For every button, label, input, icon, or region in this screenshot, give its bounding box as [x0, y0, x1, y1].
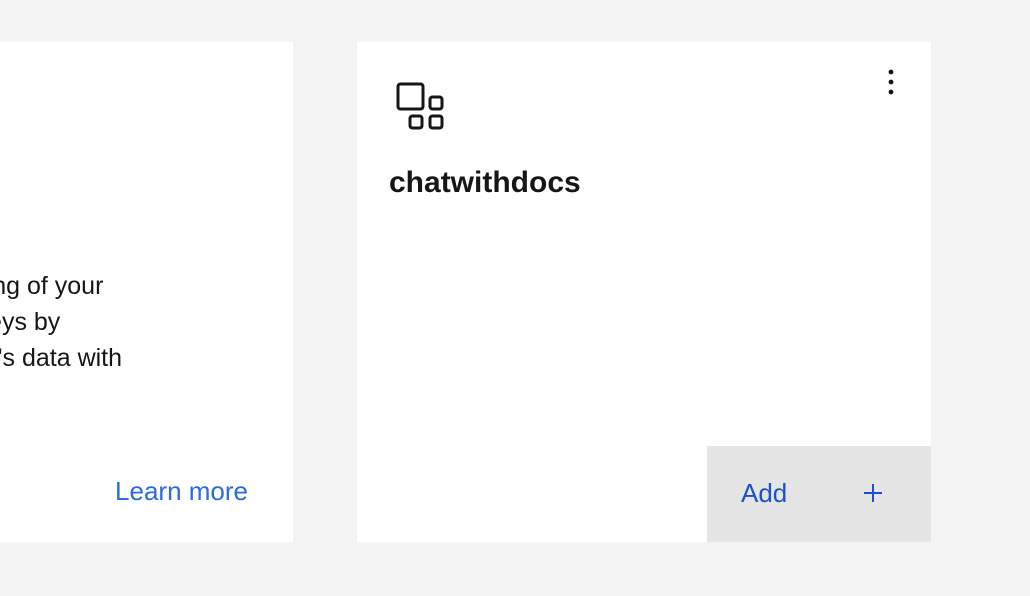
add-button-label: Add: [741, 478, 788, 508]
apps-grid-icon: [396, 82, 444, 130]
integration-card-left: tanding of your ourneys by istant's data…: [0, 42, 293, 542]
add-button[interactable]: Add: [707, 446, 931, 542]
description-line: ourneys by: [0, 308, 61, 336]
card-title: chatwithdocs: [389, 166, 581, 199]
overflow-menu-vertical-icon[interactable]: [876, 66, 906, 98]
card-description: tanding of your ourneys by istant's data…: [0, 268, 218, 376]
learn-more-link[interactable]: Learn more: [115, 476, 248, 507]
plus-icon: [864, 484, 882, 502]
description-line: tanding of your: [0, 272, 104, 300]
description-line: istant's data with: [0, 344, 123, 372]
